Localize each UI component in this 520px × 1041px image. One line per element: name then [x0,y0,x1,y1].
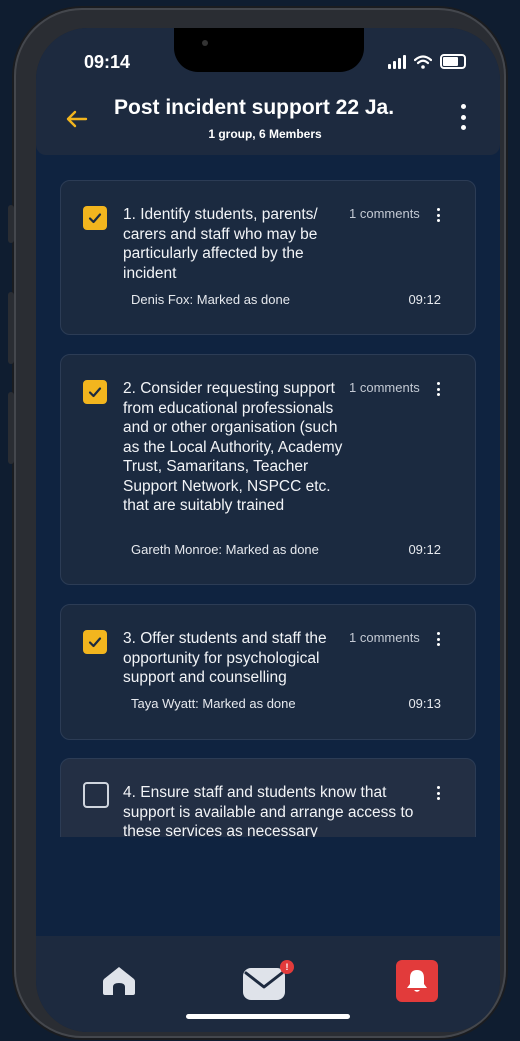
task-text: 2. Consider requesting support from educ… [123,380,343,514]
task-checkbox-checked[interactable] [83,206,107,230]
check-icon [88,213,102,224]
done-by-label: Taya Wyatt: Marked as done [131,696,296,711]
comments-count[interactable]: 1 comments [349,206,420,221]
task-more-icon[interactable] [435,786,441,800]
task-list[interactable]: 1. Identify students, parents/ carers an… [36,155,500,837]
status-time: 09:14 [84,52,131,72]
battery-icon [440,54,466,69]
task-card[interactable]: 1. Identify students, parents/ carers an… [60,180,476,335]
back-arrow-icon[interactable] [64,106,90,132]
done-time: 09:12 [408,542,441,557]
task-more-icon[interactable] [435,632,441,646]
task-more-icon[interactable] [435,382,441,396]
phone-volume-down [8,392,14,464]
task-text: 4. Ensure staff and students know that s… [123,784,414,837]
task-checkbox-unchecked[interactable] [83,782,109,808]
notification-badge: ! [280,960,294,974]
done-time: 09:12 [408,292,441,307]
task-checkbox-checked[interactable] [83,380,107,404]
page-subtitle: 1 group, 6 Members [208,127,322,141]
app-screen: 09:14 Post incident support 22 Ja. 1 gro… [36,28,500,1032]
check-icon [88,387,102,398]
page-title: Post incident support 22 Ja. [114,96,395,119]
done-by-label: Denis Fox: Marked as done [131,292,290,307]
done-time: 09:13 [408,696,441,711]
task-more-icon[interactable] [435,208,441,222]
comments-count[interactable]: 1 comments [349,380,420,395]
more-options-icon[interactable] [458,104,468,130]
phone-notch [174,28,364,72]
comments-count[interactable]: 1 comments [349,630,420,645]
phone-side-button [8,205,14,243]
status-icons [388,54,466,69]
signal-icon [388,54,406,69]
check-icon [88,637,102,648]
task-card[interactable]: 2. Consider requesting support from educ… [60,354,476,585]
task-text: 1. Identify students, parents/ carers an… [123,206,318,282]
mail-button[interactable]: ! [242,958,294,1002]
home-indicator [186,1014,350,1019]
alert-button[interactable] [396,960,438,1002]
task-text: 3. Offer students and staff the opportun… [123,630,327,686]
task-card[interactable]: 4. Ensure staff and students know that s… [60,758,476,837]
home-icon[interactable] [101,963,137,997]
task-checkbox-checked[interactable] [83,630,107,654]
wifi-icon [414,54,432,69]
task-card[interactable]: 3. Offer students and staff the opportun… [60,604,476,740]
done-by-label: Gareth Monroe: Marked as done [131,542,319,557]
mail-icon [243,968,285,1000]
phone-volume-up [8,292,14,364]
bell-icon [407,970,427,992]
